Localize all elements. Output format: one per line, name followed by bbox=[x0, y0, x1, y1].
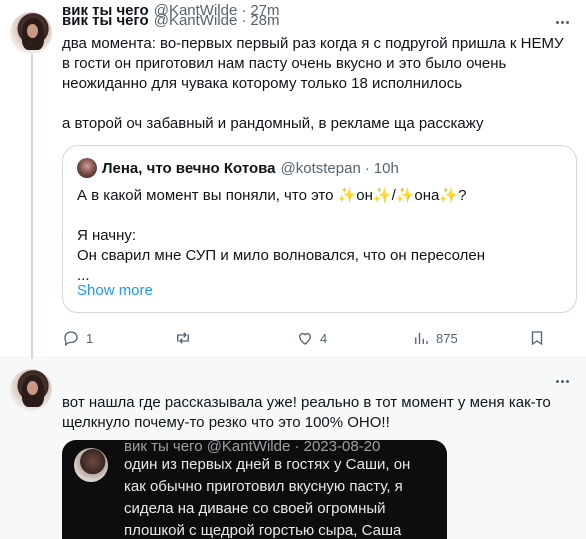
quoted-avatar bbox=[77, 158, 97, 178]
tweet-actions: 1 4 875 bbox=[62, 328, 572, 348]
more-icon[interactable] bbox=[552, 12, 572, 32]
reply-count: 1 bbox=[86, 330, 94, 346]
reply-button[interactable]: 1 bbox=[62, 328, 93, 348]
image-avatar bbox=[74, 448, 108, 482]
avatar[interactable] bbox=[10, 369, 52, 411]
separator-dot: · bbox=[364, 159, 370, 177]
like-count: 4 bbox=[320, 330, 328, 346]
bookmark-icon bbox=[531, 331, 543, 346]
quoted-tweet-text: А в какой момент вы поняли, что это ✨он✨… bbox=[77, 187, 486, 284]
retweet-button[interactable] bbox=[174, 328, 198, 348]
separator-dot: · bbox=[241, 1, 247, 19]
tweet-text: вот нашла где рассказывала уже! реально … bbox=[62, 394, 551, 431]
tweet-1[interactable]: вик ты чего @KantWilde · 28m два момента… bbox=[0, 0, 586, 360]
show-more-link[interactable]: Show more bbox=[77, 282, 153, 299]
quoted-timestamp: 10h bbox=[373, 159, 399, 177]
like-icon bbox=[299, 332, 311, 345]
views-count: 875 bbox=[436, 330, 458, 346]
quoted-tweet[interactable]: Лена, что вечно Котова @kotstepan · 10h … bbox=[62, 145, 577, 313]
display-name[interactable]: вик ты чего bbox=[62, 2, 149, 19]
quoted-tweet-header: Лена, что вечно Котова @kotstepan · 10h bbox=[77, 158, 399, 178]
retweet-icon bbox=[177, 332, 189, 344]
views-icon bbox=[415, 332, 428, 344]
quoted-display-name: Лена, что вечно Котова bbox=[102, 159, 276, 177]
more-icon[interactable] bbox=[552, 371, 572, 391]
reply-icon bbox=[64, 331, 78, 347]
image-header-text: вик ты чего @KantWilde · 2023-08-20 bbox=[124, 440, 381, 455]
timestamp[interactable]: 27m bbox=[250, 2, 279, 19]
image-text: один из первых дней в гостях у Саши, он … bbox=[124, 456, 411, 539]
user-handle[interactable]: @KantWilde bbox=[154, 2, 238, 19]
tweet-text: два момента: во-первых первый раз когда … bbox=[62, 35, 564, 132]
attached-image[interactable]: вик ты чего @KantWilde · 2023-08-20 один… bbox=[62, 440, 447, 539]
bookmark-button[interactable] bbox=[528, 328, 552, 348]
like-button[interactable]: 4 bbox=[296, 328, 327, 348]
avatar[interactable] bbox=[10, 12, 52, 54]
quoted-user-handle: @kotstepan bbox=[280, 159, 361, 177]
tweet-header: вик ты чего @KantWilde · 27m bbox=[62, 0, 280, 20]
thread-line bbox=[31, 54, 33, 360]
views-button[interactable]: 875 bbox=[412, 328, 458, 348]
